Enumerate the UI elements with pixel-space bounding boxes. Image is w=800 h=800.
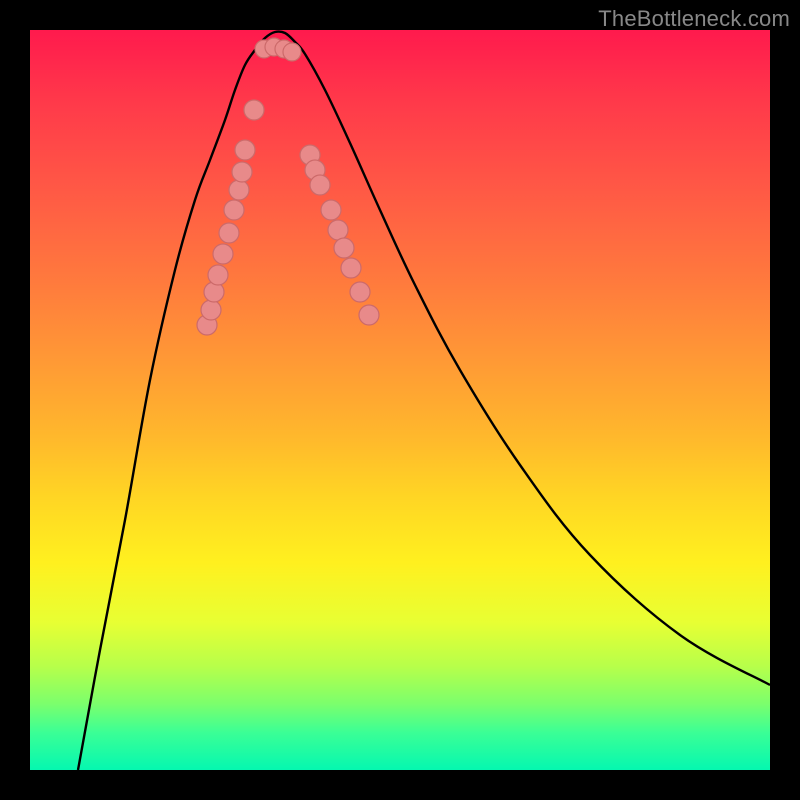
data-point <box>208 265 228 285</box>
data-point <box>321 200 341 220</box>
plot-area <box>30 30 770 770</box>
data-point <box>334 238 354 258</box>
data-point <box>224 200 244 220</box>
data-point <box>350 282 370 302</box>
data-point <box>235 140 255 160</box>
data-point <box>341 258 361 278</box>
data-point <box>201 300 221 320</box>
site-credit-label: TheBottleneck.com <box>598 6 790 32</box>
data-point <box>310 175 330 195</box>
dots-right-cluster <box>300 145 379 325</box>
curve-layer <box>30 30 770 770</box>
data-point <box>359 305 379 325</box>
chart-frame: TheBottleneck.com <box>0 0 800 800</box>
data-point <box>219 223 239 243</box>
data-point <box>229 180 249 200</box>
data-point <box>244 100 264 120</box>
data-point <box>283 43 301 61</box>
data-point <box>232 162 252 182</box>
bottleneck-curve <box>78 31 770 770</box>
dots-left-cluster <box>197 100 264 335</box>
data-point <box>213 244 233 264</box>
data-point <box>328 220 348 240</box>
